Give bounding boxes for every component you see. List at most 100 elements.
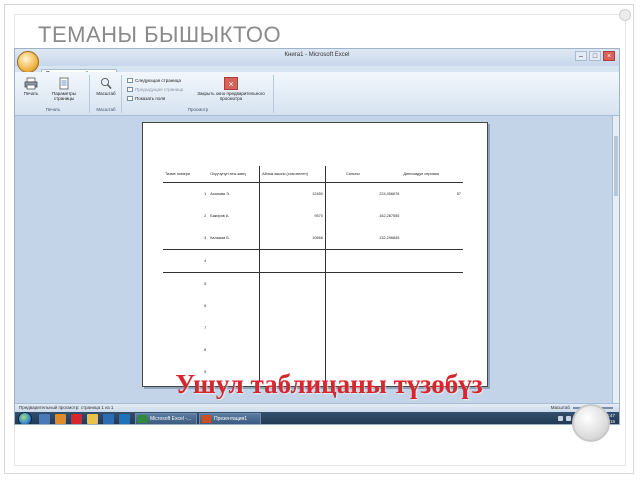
table-cell xyxy=(208,317,261,339)
preview-page: Тизме номери Окуучунун аты-жөнү Айлык ак… xyxy=(142,122,488,387)
data-table: Тизме номери Окуучунун аты-жөнү Айлык ак… xyxy=(163,166,463,383)
magnifier-icon xyxy=(100,77,112,89)
next-page-button[interactable]: Следующая страница xyxy=(127,78,181,83)
table-cell: 6 xyxy=(204,304,207,308)
yandex-icon[interactable] xyxy=(71,414,82,424)
explorer-icon[interactable] xyxy=(39,414,50,424)
table-cell: Бакиров А. xyxy=(208,205,261,227)
table-cell: Калыков Б. xyxy=(208,227,261,250)
taskbar-excel-label: Microsoft Excel -... xyxy=(150,416,192,422)
window-controls: – □ × xyxy=(575,51,615,61)
close-preview-icon: × xyxy=(224,77,238,90)
close-preview-button[interactable]: × Закрыть окно предварительного просмотр… xyxy=(193,77,269,101)
table-cell xyxy=(208,295,261,317)
slide-number-badge xyxy=(572,404,610,442)
page-setup-button[interactable]: Параметры страницы xyxy=(43,77,85,101)
next-page-icon xyxy=(127,78,133,83)
table-cell xyxy=(259,295,326,317)
table-cell: 10666 xyxy=(259,227,326,250)
table-cell xyxy=(325,249,402,273)
zoom-button[interactable]: Масштаб xyxy=(94,77,118,96)
ribbon-group-preview: Следующая страница Предыдущая страница П… xyxy=(123,75,274,113)
table-row: 5 xyxy=(163,272,463,296)
table-cell xyxy=(401,249,463,273)
table-cell xyxy=(259,249,326,273)
slide-title: ТЕМАНЫ БЫШЫКТОО xyxy=(38,22,282,47)
taskbar-powerpoint-label: Презентация1 xyxy=(214,416,247,422)
ie-icon[interactable] xyxy=(119,414,130,424)
table-cell: 7 xyxy=(204,326,207,330)
table-cell: 8 xyxy=(204,348,207,352)
table-row: 7 xyxy=(163,317,463,339)
table-cell xyxy=(259,339,326,361)
maximize-button[interactable]: □ xyxy=(589,51,601,61)
ribbon-group-zoom: Масштаб Масштаб xyxy=(91,75,122,113)
table-cell: 1 xyxy=(204,192,207,196)
printer-icon xyxy=(24,77,38,90)
status-text: Предварительный просмотр: страница 1 из … xyxy=(19,405,114,410)
table-cell xyxy=(401,205,463,227)
media-player-icon[interactable] xyxy=(55,414,66,424)
table-cell xyxy=(401,273,463,296)
taskbar-excel[interactable]: Microsoft Excel -... xyxy=(135,413,197,424)
close-window-button[interactable]: × xyxy=(603,51,615,61)
zoom-label: Масштаб xyxy=(96,91,116,96)
table-cell xyxy=(208,339,261,361)
scrollbar-thumb[interactable] xyxy=(614,136,618,196)
print-button[interactable]: Печать xyxy=(19,77,43,96)
table-cell xyxy=(401,339,463,361)
table-row: 4 xyxy=(163,249,463,273)
table-cell xyxy=(325,295,401,317)
table-cell: 5 xyxy=(204,282,207,286)
table-cell: 2 xyxy=(204,214,207,218)
taskbar: Microsoft Excel -... Презентация1 22:47 … xyxy=(15,412,619,424)
table-row: 8 xyxy=(163,339,463,361)
prev-page-label: Предыдущая страница xyxy=(135,87,184,92)
table-cell xyxy=(401,295,463,317)
show-margins-label: Показать поля xyxy=(135,96,166,101)
taskbar-powerpoint[interactable]: Презентация1 xyxy=(199,413,261,424)
table-cell xyxy=(325,317,401,339)
table-cell: 9570 xyxy=(259,205,326,227)
prev-page-button[interactable]: Предыдущая страница xyxy=(127,87,183,92)
photoshop-icon[interactable] xyxy=(103,414,114,424)
header-cell: Тизме номери xyxy=(163,166,209,183)
ribbon-tab-row: Предварительный просмотр xyxy=(41,62,117,78)
minimize-button[interactable]: – xyxy=(575,51,587,61)
overlay-caption: Ушул таблицаны түзөбүз xyxy=(175,369,483,399)
tray-flag-icon[interactable] xyxy=(558,416,563,421)
page-setup-icon xyxy=(59,77,69,90)
header-cell: Айлык акысы (сом менен) xyxy=(259,166,326,183)
print-label: Печать xyxy=(23,91,39,96)
vertical-scrollbar[interactable] xyxy=(612,116,619,403)
table-cell xyxy=(208,272,261,295)
group-label-print: Печать xyxy=(45,107,61,112)
table-row: 6 xyxy=(163,295,463,317)
close-preview-label: Закрыть окно предварительного просмотра xyxy=(197,91,265,101)
tray-network-icon[interactable] xyxy=(566,416,571,421)
start-button[interactable] xyxy=(18,412,32,424)
folder-icon[interactable] xyxy=(87,414,98,424)
table-header-row: Тизме номери Окуучунун аты-жөнү Айлык ак… xyxy=(163,166,463,183)
table-row: 1 Асанова Э. 12450 224,456676 57 xyxy=(163,182,463,205)
table-cell xyxy=(325,273,401,296)
ribbon-group-print: Печать Параметры страницы Печать xyxy=(17,75,90,113)
table-cell xyxy=(401,227,463,250)
table-cell xyxy=(325,339,401,361)
table-cell xyxy=(259,317,326,339)
table-cell: Асанова Э. xyxy=(208,182,261,205)
excel-icon xyxy=(138,415,147,423)
checkbox-icon xyxy=(127,96,133,101)
table-cell: 12450 xyxy=(259,182,326,205)
table-cell: 3 xyxy=(163,227,209,250)
group-label-preview: Просмотр xyxy=(187,107,209,112)
powerpoint-icon xyxy=(202,415,211,423)
next-page-label: Следующая страница xyxy=(135,78,181,83)
group-label-zoom: Масштаб xyxy=(96,107,116,112)
page-setup-label: Параметры страницы xyxy=(52,91,76,101)
show-margins-checkbox[interactable]: Показать поля xyxy=(127,96,165,101)
table-cell: 4 xyxy=(163,249,209,273)
office-button[interactable] xyxy=(17,51,39,73)
table-cell: 57 xyxy=(456,192,461,196)
table-row: 2 Бакиров А. 9570 162,287555 xyxy=(163,205,463,227)
